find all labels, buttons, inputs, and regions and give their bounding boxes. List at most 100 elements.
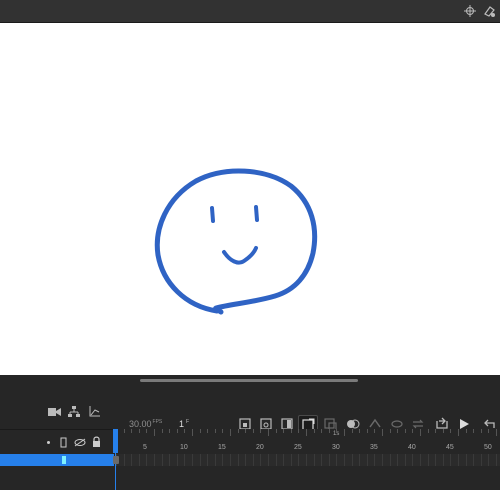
ruler-tick: [268, 429, 269, 436]
frame-cell-divider: [328, 454, 330, 466]
smiley-drawing: [154, 168, 318, 315]
ruler-label: 35: [370, 444, 378, 451]
ruler-tick: [283, 429, 285, 433]
lock-icon[interactable]: [92, 436, 101, 447]
ruler-tick: [230, 429, 231, 436]
ruler-tick: [397, 429, 399, 433]
fps-unit: FPS: [152, 419, 163, 425]
frame-cell-divider: [123, 454, 125, 466]
ruler-tick: [161, 429, 163, 433]
ruler-tick: [207, 429, 209, 433]
palette-icon[interactable]: [482, 4, 496, 18]
graph-icon[interactable]: [89, 406, 100, 417]
crosshair-icon[interactable]: [463, 4, 477, 18]
frame-cell-divider: [214, 454, 216, 466]
ruler-tick: [169, 429, 171, 433]
stage-canvas[interactable]: [0, 23, 500, 375]
horizontal-scrollbar[interactable]: [140, 379, 358, 382]
ruler-tick: [260, 429, 262, 433]
ruler-label: 40: [408, 444, 416, 451]
frame-cell-divider: [161, 454, 163, 466]
ruler-tick: [146, 429, 148, 433]
ruler-tick: [488, 429, 490, 433]
frame-cell-divider: [442, 454, 444, 466]
ruler-label: 45: [446, 444, 454, 451]
frame-cell-divider: [420, 454, 421, 466]
outline-icon[interactable]: [60, 437, 68, 448]
frame-cell-divider: [336, 454, 338, 466]
hierarchy-icon[interactable]: [68, 406, 80, 418]
eye-icon[interactable]: [74, 438, 86, 447]
frame-cell-divider: [169, 454, 171, 466]
frame-cell-divider: [252, 454, 254, 466]
ruler-tick: [138, 429, 140, 433]
ruler-tick: [131, 429, 133, 433]
ruler-tick: [313, 429, 315, 433]
frame-cell-divider: [321, 454, 323, 466]
ruler-tick: [214, 429, 216, 433]
frame-cell-divider: [344, 454, 345, 466]
frame-cell-divider: [412, 454, 414, 466]
layer-frames-row[interactable]: [115, 454, 500, 466]
frame-cell-divider: [192, 454, 193, 466]
frame-cell-divider: [473, 454, 475, 466]
ruler-tick: [458, 429, 459, 436]
frame-cell-divider: [260, 454, 262, 466]
frame-cell-divider: [359, 454, 361, 466]
ruler-tick: [154, 429, 155, 436]
ruler-tick: [427, 429, 429, 433]
ruler-tick: [199, 429, 201, 433]
frame-cell-divider: [275, 454, 277, 466]
frame-cell-divider: [313, 454, 315, 466]
playhead[interactable]: [113, 429, 118, 453]
frame-cell-divider: [427, 454, 429, 466]
layer-row-selected[interactable]: [0, 454, 114, 466]
ruler-tick: [290, 429, 292, 433]
ruler-tick: [351, 429, 353, 433]
timeline-ruler[interactable]: 1s 5 10 15 20 25 30 35 40 45 50: [115, 429, 500, 453]
ruler-tick: [374, 429, 376, 433]
frame-cell-divider: [154, 454, 155, 466]
frame-cell-divider: [404, 454, 406, 466]
smiley-left-eye: [210, 206, 215, 223]
ruler-tick: [480, 429, 482, 433]
frame-cell-divider: [184, 454, 186, 466]
ruler-tick: [176, 429, 178, 433]
ruler-tick: [496, 429, 497, 436]
frame-cell-divider: [382, 454, 383, 466]
fps-display[interactable]: 30.00FPS: [129, 419, 162, 429]
frame-cell-divider: [199, 454, 201, 466]
camera-icon[interactable]: [48, 407, 61, 417]
frame-cell-divider: [290, 454, 292, 466]
frame-cell-divider: [366, 454, 368, 466]
frame-cell-divider: [245, 454, 247, 466]
ruler-tick: [192, 429, 193, 436]
ruler-tick: [389, 429, 391, 433]
ruler-tick: [306, 429, 307, 436]
current-frame-display[interactable]: 1F: [179, 419, 189, 429]
frame-cell-divider: [237, 454, 239, 466]
frame-cell-divider: [222, 454, 224, 466]
ruler-tick: [237, 429, 239, 433]
ruler-label: 10: [180, 444, 188, 451]
ruler-label: 15: [218, 444, 226, 451]
frame-cell-divider: [397, 454, 399, 466]
bullet-icon[interactable]: [47, 441, 50, 444]
fps-value: 30.00: [129, 419, 152, 429]
smiley-mouth: [222, 246, 258, 265]
frame-cell-divider: [389, 454, 391, 466]
ruler-label: 25: [294, 444, 302, 451]
keyframe[interactable]: [113, 456, 119, 464]
frame-cell-divider: [230, 454, 231, 466]
timeline-toolbar: 30.00FPS 1F: [0, 399, 500, 435]
ruler-tick: [252, 429, 254, 433]
top-bar: [0, 0, 500, 23]
ruler-tick: [245, 429, 247, 433]
smiley-face-outline: [154, 168, 318, 315]
ruler-tick: [435, 429, 437, 433]
frame-cell-divider: [146, 454, 148, 466]
frame-cell-divider: [268, 454, 269, 466]
ruler-label: 20: [256, 444, 264, 451]
ruler-tick: [336, 429, 338, 433]
ruler-tick: [382, 429, 383, 436]
